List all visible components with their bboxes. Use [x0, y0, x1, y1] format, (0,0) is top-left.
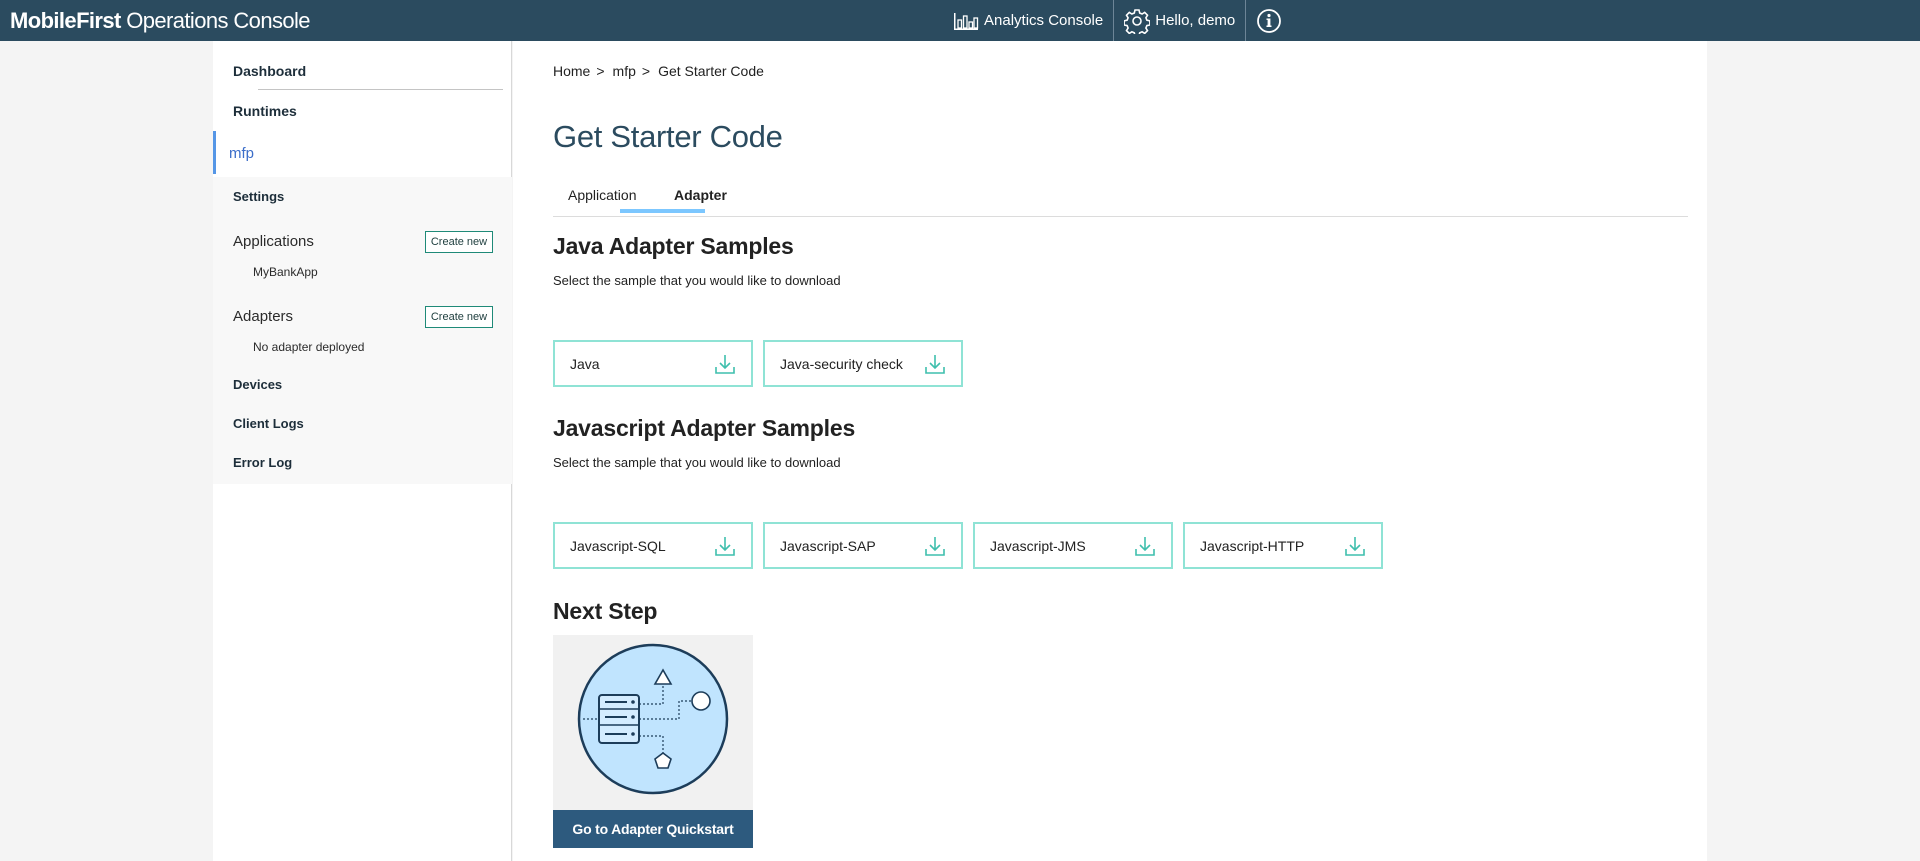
download-javascript-jms-sample[interactable]: Javascript-JMS: [973, 522, 1173, 569]
top-bar: MobileFirst Operations Console Analytics…: [0, 0, 1920, 41]
sample-label: Javascript-SAP: [780, 537, 876, 554]
adapter-server-icon: [577, 643, 729, 795]
sidebar-item-settings[interactable]: Settings: [233, 189, 284, 204]
sidebar-item-adapters[interactable]: Adapters: [233, 308, 293, 325]
main-content: Home > mfp > Get Starter Code Get Starte…: [513, 41, 1707, 861]
breadcrumb-separator: >: [596, 63, 605, 79]
brand-bold: MobileFirst: [10, 8, 121, 33]
user-greeting: Hello, demo: [1155, 12, 1236, 29]
tab-bar: Application Adapter: [553, 183, 1688, 217]
download-javascript-sql-sample[interactable]: Javascript-SQL: [553, 522, 753, 569]
sidebar: Dashboard Runtimes mfp Settings Applicat…: [213, 41, 512, 861]
sample-label: Javascript-SQL: [570, 537, 666, 554]
download-javascript-http-sample[interactable]: Javascript-HTTP: [1183, 522, 1383, 569]
download-icon: [925, 355, 945, 374]
download-icon: [1135, 537, 1155, 556]
download-java-sample[interactable]: Java: [553, 340, 753, 387]
java-section-subtitle: Select the sample that you would like to…: [553, 273, 841, 288]
sample-label: Javascript-JMS: [990, 537, 1086, 554]
sidebar-item-devices[interactable]: Devices: [233, 377, 282, 392]
breadcrumb: Home > mfp > Get Starter Code: [553, 63, 764, 79]
javascript-section-title: Javascript Adapter Samples: [553, 415, 856, 441]
adapter-illustration: [553, 635, 753, 810]
sidebar-item-client-logs[interactable]: Client Logs: [233, 416, 304, 431]
info-icon: [1257, 8, 1282, 33]
brand-rest: Operations Console: [120, 8, 310, 33]
sidebar-item-runtimes[interactable]: Runtimes: [233, 103, 297, 119]
active-tab-indicator: [620, 209, 705, 213]
app-title[interactable]: MobileFirst Operations Console: [10, 8, 311, 34]
runtime-submenu-background: [213, 177, 512, 484]
breadcrumb-separator: >: [641, 63, 651, 79]
application-item-mybankapp[interactable]: MyBankApp: [253, 265, 318, 279]
analytics-console-link[interactable]: Analytics Console: [943, 0, 1113, 41]
info-button[interactable]: [1246, 0, 1297, 41]
download-java-security-check-sample[interactable]: Java-security check: [763, 340, 963, 387]
no-adapter-text: No adapter deployed: [253, 340, 365, 354]
analytics-console-label: Analytics Console: [984, 12, 1104, 29]
sidebar-item-error-log[interactable]: Error Log: [233, 455, 292, 470]
active-indicator: [213, 131, 216, 174]
analytics-chart-icon: [954, 12, 979, 30]
breadcrumb-current: Get Starter Code: [658, 63, 764, 79]
top-nav: Analytics Console Hello, demo: [943, 0, 1297, 41]
sample-label: Java: [570, 355, 600, 372]
go-to-adapter-quickstart-button[interactable]: Go to Adapter Quickstart: [553, 810, 753, 848]
breadcrumb-home[interactable]: Home: [553, 63, 590, 79]
download-icon: [715, 537, 735, 556]
breadcrumb-runtime[interactable]: mfp: [613, 63, 636, 79]
download-icon: [925, 537, 945, 556]
javascript-section-subtitle: Select the sample that you would like to…: [553, 455, 841, 470]
download-icon: [715, 355, 735, 374]
sidebar-divider: [258, 89, 503, 90]
gear-icon: [1124, 8, 1151, 34]
download-icon: [1345, 537, 1365, 556]
page-title: Get Starter Code: [553, 119, 783, 154]
download-javascript-sap-sample[interactable]: Javascript-SAP: [763, 522, 963, 569]
create-application-button[interactable]: Create new: [425, 231, 493, 253]
user-settings-menu[interactable]: Hello, demo: [1114, 0, 1245, 41]
sidebar-item-dashboard[interactable]: Dashboard: [233, 63, 306, 79]
sidebar-item-runtime-mfp[interactable]: mfp: [229, 145, 254, 162]
sample-label: Java-security check: [780, 355, 903, 372]
java-section-title: Java Adapter Samples: [553, 233, 794, 259]
create-adapter-button[interactable]: Create new: [425, 306, 493, 328]
sidebar-item-applications[interactable]: Applications: [233, 233, 314, 250]
sample-label: Javascript-HTTP: [1200, 537, 1305, 554]
next-step-title: Next Step: [553, 598, 658, 624]
